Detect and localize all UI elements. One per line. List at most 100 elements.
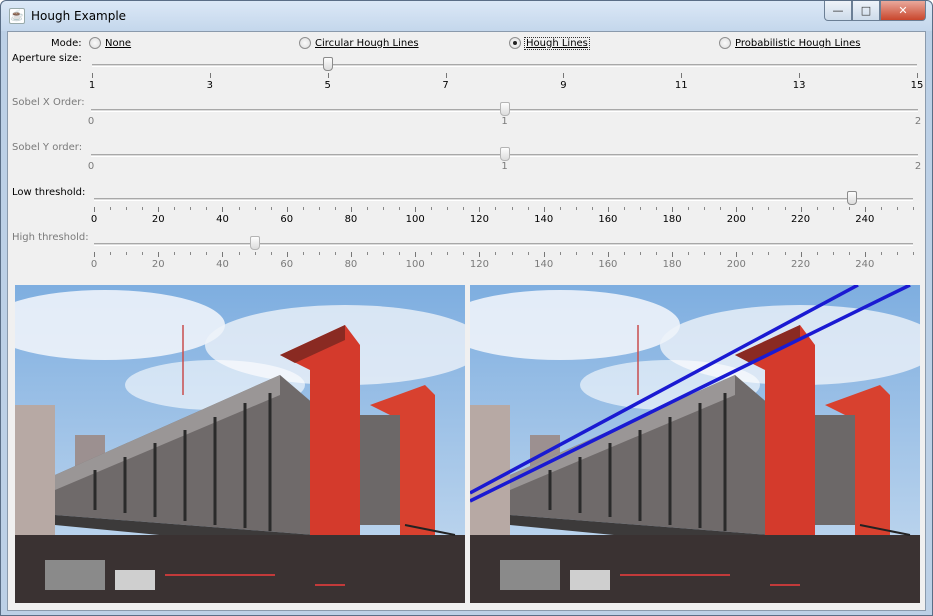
slider-tick	[495, 207, 497, 210]
slider-tick-label: 1	[501, 116, 508, 127]
slider-thumb[interactable]	[499, 147, 510, 161]
slider-tick	[318, 207, 320, 210]
slider-tick	[286, 252, 288, 257]
slider-tick-label: 140	[534, 259, 554, 270]
radio-label: Hough Lines	[524, 36, 590, 50]
slider-tick-label: 0	[87, 116, 95, 127]
slider-tick	[816, 252, 818, 255]
slider-tick	[286, 207, 288, 212]
slider-tick	[142, 252, 144, 255]
slider-tick-label: 240	[855, 214, 875, 225]
slider-tick-label: 0	[90, 259, 98, 270]
slider-tick	[350, 252, 352, 257]
slider-tick-label: 80	[344, 214, 358, 225]
slider-tick	[447, 252, 449, 255]
slider-tick	[511, 252, 513, 255]
slider-low-threshold[interactable]: Low threshold: 0 20 40 60 80 100 120 140 160 180 20…	[8, 185, 925, 229]
radio-label: None	[105, 37, 132, 49]
radio-hough-lines[interactable]: Hough Lines	[509, 36, 590, 50]
slider-tick	[575, 252, 577, 255]
slider-tick	[543, 252, 545, 257]
title-bar[interactable]: ☕ Hough Example — □ ✕	[1, 1, 932, 31]
slider-tick-label: 180	[662, 259, 682, 270]
slider-tick	[445, 73, 447, 78]
slider-high-threshold[interactable]: High threshold: 0 20 40 60 80 100 120 140 160 180 2…	[8, 230, 925, 274]
slider-tick	[190, 207, 192, 210]
slider-thumb[interactable]	[499, 102, 510, 116]
slider-tick	[206, 252, 208, 255]
slider-tick	[495, 252, 497, 255]
slider-tick	[816, 207, 818, 210]
slider-sobel-y[interactable]: Sobel Y order: 0 1 2	[8, 141, 925, 185]
slider-label: Sobel Y order:	[12, 142, 83, 153]
slider-tick-label: 120	[469, 259, 489, 270]
slider-tick	[736, 207, 738, 212]
radio-probabilistic-hough-lines[interactable]: Probabilistic Hough Lines	[719, 37, 861, 49]
slider-tick-label: 100	[405, 259, 425, 270]
slider-tick-label: 0	[90, 214, 98, 225]
slider-track[interactable]	[94, 243, 913, 246]
slider-sobel-x[interactable]: Sobel X Order: 0 1 2	[8, 96, 925, 140]
slider-tick-label: 60	[280, 259, 294, 270]
slider-label: Aperture size:	[12, 53, 82, 64]
slider-tick	[623, 207, 625, 210]
slider-tick	[607, 207, 609, 212]
slider-tick	[383, 207, 385, 210]
slider-tick	[913, 252, 914, 255]
slider-tick-label: 180	[662, 214, 682, 225]
radio-dot[interactable]	[719, 37, 731, 49]
radio-dot[interactable]	[509, 37, 521, 49]
slider-tick-label: 140	[534, 214, 554, 225]
slider-tick	[527, 252, 529, 255]
slider-tick	[463, 207, 465, 210]
slider-tick	[431, 252, 433, 255]
slider-tick	[607, 252, 609, 257]
slider-tick	[575, 207, 577, 210]
slider-tick	[302, 207, 304, 210]
slider-tick	[704, 252, 706, 255]
slider-tick	[640, 252, 641, 255]
maximize-button[interactable]: □	[852, 1, 880, 21]
slider-tick	[591, 252, 593, 255]
slider-tick-label: 160	[598, 259, 618, 270]
radio-dot[interactable]	[89, 37, 101, 49]
slider-thumb[interactable]	[322, 57, 333, 71]
slider-tick-label: 1	[88, 80, 96, 91]
minimize-button[interactable]: —	[824, 1, 852, 21]
slider-track[interactable]	[92, 64, 917, 67]
slider-tick	[479, 252, 481, 257]
radio-dot[interactable]	[299, 37, 311, 49]
slider-track[interactable]	[94, 198, 913, 201]
slider-tick-label: 200	[726, 214, 746, 225]
slider-tick	[270, 252, 272, 255]
slider-tick	[672, 207, 674, 212]
slider-tick-label: 120	[469, 214, 489, 225]
radio-none[interactable]: None	[89, 37, 131, 49]
slider-tick	[800, 207, 802, 212]
slider-tick	[92, 73, 93, 78]
application-window: ☕ Hough Example — □ ✕ Mode: None Circula…	[0, 0, 933, 616]
slider-tick	[656, 207, 658, 210]
slider-tick	[415, 252, 417, 257]
slider-tick	[158, 252, 160, 257]
slider-tick	[238, 207, 240, 210]
slider-tick	[672, 252, 674, 257]
slider-aperture[interactable]: Aperture size: 1 3 5 7 9 11 13 15	[8, 51, 925, 95]
slider-tick	[254, 252, 256, 255]
slider-tick	[399, 207, 401, 210]
slider-tick	[222, 252, 224, 257]
slider-tick	[864, 252, 866, 257]
slider-tick	[736, 252, 738, 257]
slider-tick	[913, 207, 914, 210]
content-panel: Mode: None Circular Hough Lines Hough Li…	[7, 31, 926, 611]
slider-thumb[interactable]	[846, 191, 857, 205]
slider-tick	[367, 207, 368, 210]
slider-tick	[784, 252, 786, 255]
slider-tick	[222, 207, 224, 212]
radio-circular-hough-lines[interactable]: Circular Hough Lines	[299, 37, 419, 49]
slider-thumb[interactable]	[249, 236, 260, 250]
slider-tick	[563, 73, 565, 78]
window-title: Hough Example	[31, 9, 127, 23]
close-button[interactable]: ✕	[880, 1, 926, 21]
slider-tick-label: 40	[216, 259, 229, 270]
